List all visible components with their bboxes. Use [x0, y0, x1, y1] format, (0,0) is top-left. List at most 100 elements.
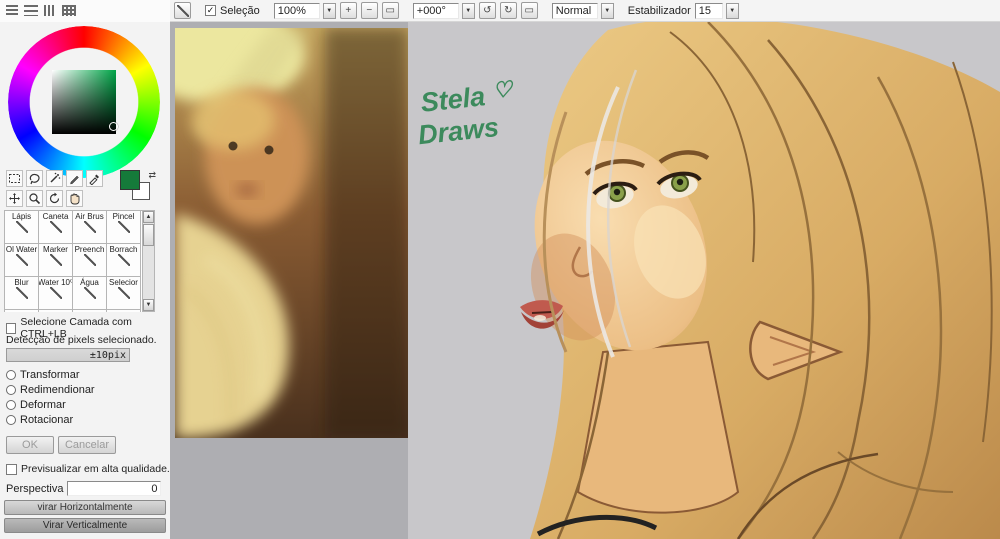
- color-panel-icon[interactable]: [6, 5, 18, 16]
- painting-artwork[interactable]: Stela ♡ Draws: [408, 22, 1000, 539]
- brush-icon: [117, 221, 130, 233]
- saturation-value-square[interactable]: [52, 70, 116, 134]
- brush-icon: [15, 287, 28, 299]
- deform-radio[interactable]: [6, 400, 16, 410]
- rotate-reset-button[interactable]: ▭: [520, 2, 538, 19]
- color-wheel: [8, 26, 160, 178]
- brush-item[interactable]: Caneta: [39, 211, 73, 244]
- zoom-tool-icon[interactable]: [26, 190, 43, 207]
- resize-radio-label: Redimendionar: [20, 384, 95, 396]
- brush-grid: Lápis Caneta Air Brus Pincel Ol Water Ma…: [4, 210, 142, 312]
- detection-value: ±10pix: [89, 349, 126, 361]
- hand-tool-icon[interactable]: [66, 190, 83, 207]
- scroll-down-icon[interactable]: ▼: [143, 299, 154, 311]
- swap-colors-icon[interactable]: ⇄: [148, 170, 156, 181]
- perspective-label: Perspectiva: [6, 482, 64, 495]
- transform-option-row: Transformar: [6, 369, 80, 381]
- brush-item[interactable]: Blur: [5, 277, 39, 310]
- zoom-input[interactable]: 100%: [273, 2, 320, 19]
- selection-checkbox-label: Seleção: [220, 4, 260, 17]
- brush-item[interactable]: Selecior: [107, 277, 141, 310]
- reference-photo[interactable]: [175, 28, 408, 438]
- pixel-detection-slider[interactable]: ±10pix: [6, 348, 130, 362]
- rotation-dropdown-button[interactable]: ▼: [461, 2, 475, 19]
- lasso-select-icon[interactable]: [26, 170, 43, 187]
- zoom-dropdown-button[interactable]: ▼: [322, 2, 336, 19]
- foreground-color-swatch[interactable]: [120, 170, 140, 190]
- navigator-panel-icon[interactable]: [62, 5, 76, 16]
- brush-scrollbar[interactable]: ▲ ▼: [142, 210, 155, 312]
- left-tool-panel: ⇄ Lápis Caneta Air Brus Pincel Ol Water …: [0, 22, 170, 539]
- panel-toggle-icons: [0, 0, 170, 22]
- transform-radio-label: Transformar: [20, 369, 80, 381]
- brush-palette: Lápis Caneta Air Brus Pincel Ol Water Ma…: [4, 210, 156, 312]
- move-icon[interactable]: [6, 190, 23, 207]
- canvas-area[interactable]: Stela ♡ Draws: [170, 22, 1000, 539]
- select-layer-checkbox[interactable]: [6, 322, 17, 334]
- brush-item[interactable]: Ol Water: [5, 244, 39, 277]
- zoom-in-button[interactable]: +: [339, 2, 357, 19]
- stabilizer-select[interactable]: 15: [694, 2, 723, 19]
- flip-horizontal-button[interactable]: virar Horizontalmente: [4, 500, 166, 515]
- brush-item[interactable]: Water 10⁰: [39, 277, 73, 310]
- resize-radio[interactable]: [6, 385, 16, 395]
- deform-radio-label: Deformar: [20, 399, 66, 411]
- layer-panel-icon[interactable]: [44, 5, 56, 16]
- tool-panel-icon[interactable]: [24, 5, 38, 16]
- blend-mode-select[interactable]: Normal: [551, 2, 598, 19]
- brush-icon: [117, 254, 130, 266]
- brush-icon: [83, 221, 96, 233]
- transform-option-row: Rotacionar: [6, 414, 73, 426]
- color-marker-icon: [109, 122, 118, 131]
- select-pen-icon[interactable]: [66, 170, 83, 187]
- brush-item[interactable]: Acrylic: [107, 310, 141, 312]
- magic-wand-icon[interactable]: [46, 170, 63, 187]
- transform-radio[interactable]: [6, 370, 16, 380]
- brush-item[interactable]: Borrach: [107, 244, 141, 277]
- rotate-canvas-icon[interactable]: [46, 190, 63, 207]
- rect-select-icon[interactable]: [6, 170, 23, 187]
- brush-item[interactable]: Air Brus: [73, 211, 107, 244]
- brush-settings-button[interactable]: [174, 2, 191, 19]
- brush-icon: [83, 254, 96, 266]
- brush-item[interactable]: Água: [73, 277, 107, 310]
- rotation-input[interactable]: +000°: [412, 2, 459, 19]
- preview-quality-checkbox[interactable]: [6, 463, 17, 475]
- reference-photo-image: [175, 28, 408, 438]
- zoom-out-button[interactable]: −: [360, 2, 378, 19]
- blend-mode-dropdown-button[interactable]: ▼: [600, 2, 614, 19]
- chevron-down-icon: ▼: [465, 7, 472, 14]
- transform-option-row: Redimendionar: [6, 384, 95, 396]
- cancel-button[interactable]: Cancelar: [58, 436, 116, 454]
- preview-quality-label: Previsualizar em alta qualidade.: [21, 463, 170, 475]
- flip-vertical-button[interactable]: Virar Verticalmente: [4, 518, 166, 533]
- brush-item[interactable]: Lápis: [5, 211, 39, 244]
- brush-item[interactable]: Pincel: [107, 211, 141, 244]
- main-body: ⇄ Lápis Caneta Air Brus Pincel Ol Water …: [0, 22, 1000, 539]
- rotate-radio-label: Rotacionar: [20, 414, 74, 426]
- brush-icon: [15, 254, 28, 266]
- brush-item[interactable]: Descola: [5, 310, 39, 312]
- top-toolbar: ✓ Seleção 100% ▼ + − ▭ +000° ▼ ↺ ↻ ▭ Nor…: [0, 0, 1000, 22]
- selection-checkbox[interactable]: ✓: [205, 5, 216, 16]
- rotate-ccw-button[interactable]: ↺: [478, 2, 496, 19]
- brush-item[interactable]: Marker: [39, 244, 73, 277]
- detection-row: Detecção de pixels selecionado.: [6, 334, 157, 346]
- stabilizer-dropdown-button[interactable]: ▼: [725, 2, 739, 19]
- rotate-cw-button[interactable]: ↻: [499, 2, 517, 19]
- check-icon: ✓: [206, 5, 215, 15]
- scrollbar-thumb[interactable]: [143, 224, 154, 246]
- scroll-up-icon[interactable]: ▲: [143, 211, 154, 223]
- brush-item[interactable]: Preench: [73, 244, 107, 277]
- perspective-input[interactable]: 0: [67, 481, 162, 496]
- ok-button[interactable]: OK: [6, 436, 54, 454]
- zoom-reset-button[interactable]: ▭: [381, 2, 399, 19]
- brush-item[interactable]: Water: [73, 310, 107, 312]
- view-tool-icons: [6, 190, 83, 207]
- eyedropper-icon[interactable]: [86, 170, 103, 187]
- brush-item[interactable]: Pixel: [39, 310, 73, 312]
- preview-row: Previsualizar em alta qualidade.: [6, 463, 170, 475]
- brush-icon: [117, 287, 130, 299]
- ok-cancel-row: OK Cancelar: [6, 436, 116, 454]
- rotate-radio[interactable]: [6, 415, 16, 425]
